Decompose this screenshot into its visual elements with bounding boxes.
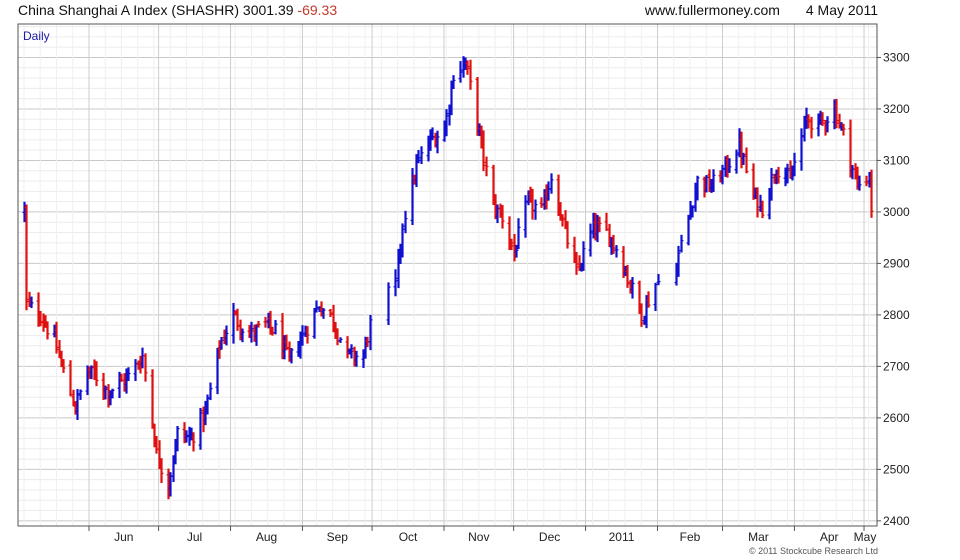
y-tick-label: 2800: [883, 308, 910, 322]
y-tick-label: 2500: [883, 462, 910, 476]
x-tick-label: Sep: [327, 530, 349, 544]
price-bar: [653, 282, 658, 312]
price-bar: [263, 316, 268, 328]
y-axis: 2400 2500 2600 2700 2800 2900 3000 3100 3200 3300: [877, 50, 910, 528]
x-tick-label: Nov: [468, 530, 489, 544]
price-bar: [549, 173, 554, 194]
x-tick-label: Oct: [399, 530, 418, 544]
y-tick-label: 2700: [883, 359, 910, 373]
x-tick-label: Dec: [539, 530, 560, 544]
ohlc-chart: 2400 2500 2600 2700 2800 2900 3000 3100 3200 3300…: [17, 23, 910, 556]
period-label: Daily: [23, 29, 50, 43]
x-tick-label: 2011: [609, 530, 635, 544]
gridlines: [18, 24, 877, 526]
x-tick-label: Jun: [114, 530, 133, 544]
price-bar: [133, 359, 138, 382]
x-tick-label: Apr: [820, 530, 839, 544]
y-tick-label: 3200: [883, 102, 910, 116]
x-tick-label: Jul: [187, 530, 202, 544]
price-bar: [419, 146, 424, 164]
price-bar: [679, 234, 684, 253]
y-tick-label: 3100: [883, 153, 910, 167]
copyright-notice: © 2011 Stockcube Research Ltd: [749, 546, 878, 556]
price-bar: [614, 245, 619, 258]
x-tick-label: May: [854, 530, 877, 544]
price-bar: [68, 360, 73, 397]
price-bar: [588, 223, 593, 257]
price-bar: [484, 156, 489, 177]
price-bar: [516, 218, 521, 250]
price-bar: [565, 221, 570, 249]
price-bar: [809, 116, 814, 139]
price-bar: [314, 300, 319, 313]
x-axis: Jun Jul Aug Sep Oct Nov Dec 2011 Feb Mar Apr May: [88, 526, 877, 544]
price-bar: [273, 319, 278, 335]
y-tick-label: 2600: [883, 411, 910, 425]
price-bar: [143, 353, 148, 382]
x-tick-label: Mar: [748, 530, 769, 544]
x-tick-label: Aug: [256, 530, 277, 544]
y-tick-label: 2900: [883, 256, 910, 270]
price-bar: [799, 128, 804, 171]
y-tick-label: 3300: [883, 50, 910, 64]
x-tick-label: Feb: [680, 530, 701, 544]
price-bar: [386, 282, 391, 326]
price-bar: [539, 197, 544, 208]
price-bar: [198, 408, 203, 450]
price-bar: [581, 241, 586, 271]
price-bars: [22, 56, 874, 500]
y-tick-label: 2400: [883, 514, 910, 528]
y-tick-label: 3000: [883, 205, 910, 219]
plot-frame: [17, 23, 878, 527]
price-bar: [468, 59, 473, 90]
